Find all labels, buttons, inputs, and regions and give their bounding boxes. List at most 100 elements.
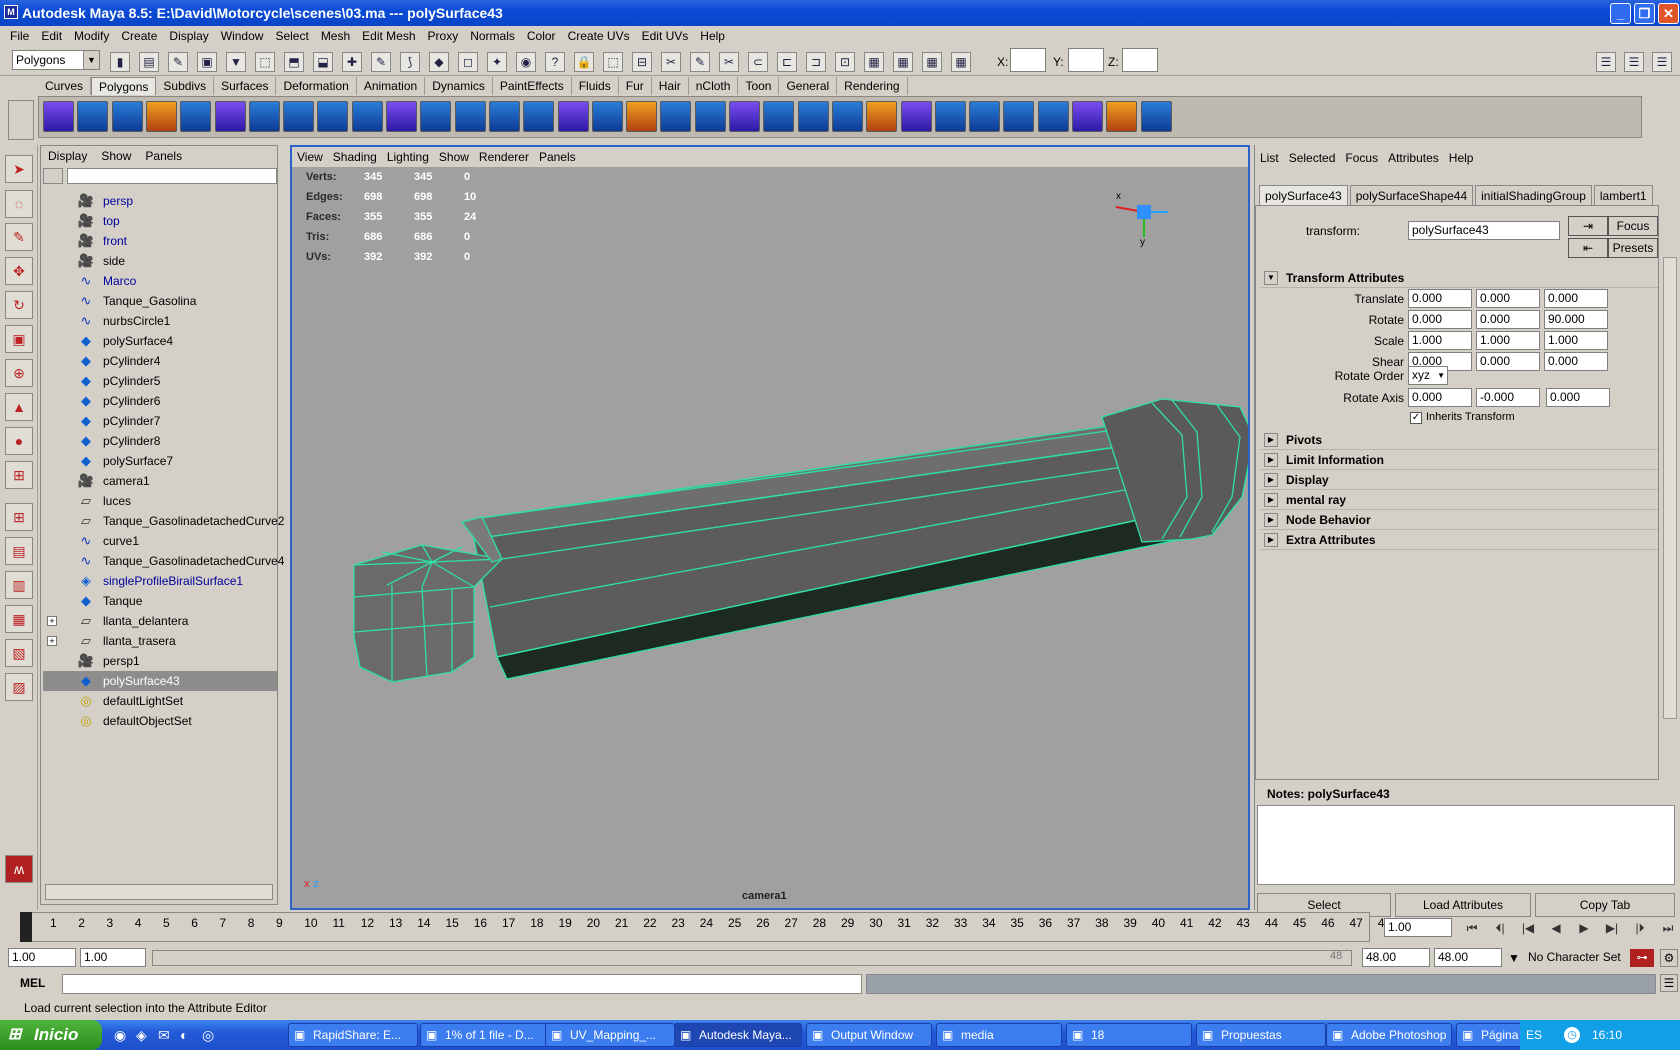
viewport-menu-panels[interactable]: Panels — [534, 147, 581, 167]
viewport-menu-view[interactable]: View — [292, 147, 328, 167]
playback-6-icon[interactable]: |⏵ — [1628, 918, 1652, 938]
x-field[interactable] — [1010, 48, 1046, 72]
attr-tab-lambert1[interactable]: lambert1 — [1593, 185, 1653, 205]
viewport-panel[interactable]: View Shading Lighting Show Renderer Panels Ve… — [290, 145, 1250, 910]
outliner-menu-display[interactable]: Display — [41, 146, 94, 166]
status-tool-icon[interactable]: ✂ — [661, 52, 681, 72]
transform-attributes-section[interactable]: ▼ Transform Attributes — [1260, 268, 1658, 288]
layout-outliner-icon[interactable]: ▤ — [5, 537, 33, 565]
shear-z-field[interactable]: 0.000 — [1544, 352, 1608, 371]
range-slider-bar[interactable] — [152, 950, 1352, 966]
translate-x-field[interactable]: 0.000 — [1408, 289, 1472, 308]
outliner-item[interactable]: ▱ luces — [43, 491, 277, 511]
outliner-item[interactable]: ◆ polySurface4 — [43, 331, 277, 351]
status-tool-icon[interactable]: ▣ — [197, 52, 217, 72]
playback-2-icon[interactable]: |◀ — [1516, 918, 1540, 938]
current-frame-field[interactable]: 1.00 — [1384, 918, 1452, 937]
rotate-axis-y[interactable]: -0.000 — [1476, 388, 1540, 407]
shelf-tab-painteffects[interactable]: PaintEffects — [493, 77, 572, 95]
taskbar-task-1-of-1-file-d[interactable]: ▣ 1% of 1 file - D... — [420, 1023, 550, 1047]
attr-menu-list[interactable]: List — [1255, 149, 1284, 167]
shelf-tool-icon[interactable] — [523, 101, 555, 132]
shelf-tool-icon[interactable] — [797, 101, 829, 132]
rotate-order-select[interactable]: xyz ▼ — [1408, 366, 1448, 385]
section-display[interactable]: ▶ Display — [1260, 470, 1658, 490]
shelf-tab-subdivs[interactable]: Subdivs — [156, 77, 215, 95]
panel-toggle-icon[interactable]: ☰ — [1596, 52, 1616, 72]
shelf-tool-icon[interactable] — [694, 101, 726, 132]
menu-window[interactable]: Window — [215, 26, 270, 46]
outliner-item[interactable]: ◎ defaultObjectSet — [43, 711, 277, 731]
panel-toggle-icon[interactable]: ☰ — [1652, 52, 1672, 72]
viewport-canvas[interactable] — [292, 167, 1248, 887]
shelf-tab-deformation[interactable]: Deformation — [276, 77, 357, 95]
anim-prefs-icon[interactable]: ⚙ — [1660, 949, 1678, 967]
menu-set-select[interactable]: Polygons ▼ — [12, 50, 100, 70]
layout-persp-icon[interactable]: ▥ — [5, 571, 33, 599]
shelf-tool-icon[interactable] — [77, 101, 109, 132]
anim-end-field[interactable]: 48.00 — [1434, 948, 1502, 967]
shelf-tool-icon[interactable] — [934, 101, 966, 132]
shelf-tab-toon[interactable]: Toon — [738, 77, 780, 95]
outliner-item[interactable]: ∿ nurbsCircle1 — [43, 311, 277, 331]
status-tool-icon[interactable]: ⟆ — [400, 52, 420, 72]
menu-select[interactable]: Select — [269, 26, 314, 46]
menu-create[interactable]: Create — [115, 26, 163, 46]
status-tool-icon[interactable]: ⊐ — [806, 52, 826, 72]
language-indicator[interactable]: ES — [1526, 1020, 1542, 1050]
viewport-menu-lighting[interactable]: Lighting — [382, 147, 434, 167]
outliner-item[interactable]: 🎥 persp1 — [43, 651, 277, 671]
attr-tab-polysurface43[interactable]: polySurface43 — [1259, 185, 1348, 205]
attr-menu-attributes[interactable]: Attributes — [1383, 149, 1444, 167]
menu-proxy[interactable]: Proxy — [422, 26, 465, 46]
shelf-tab-rendering[interactable]: Rendering — [837, 77, 908, 95]
translate-y-field[interactable]: 0.000 — [1476, 289, 1540, 308]
outliner-item[interactable]: + ▱ llanta_trasera — [43, 631, 277, 651]
filter-icon[interactable] — [43, 168, 63, 184]
attr-tab-polysurfaceshape44[interactable]: polySurfaceShape44 — [1349, 185, 1474, 205]
status-tool-icon[interactable]: ◻ — [458, 52, 478, 72]
outliner-item[interactable]: ◆ pCylinder8 — [43, 431, 277, 451]
status-tool-icon[interactable]: ⊏ — [777, 52, 797, 72]
shelf-tool-icon[interactable] — [214, 101, 246, 132]
status-tool-icon[interactable]: 🔒 — [574, 52, 594, 72]
focus-input-icon[interactable]: ⇥ — [1568, 216, 1608, 236]
shelf-tool-icon[interactable] — [660, 101, 692, 132]
scale-tool-icon[interactable]: ▣ — [5, 325, 33, 353]
quicklaunch-icon[interactable]: ◈ — [136, 1026, 154, 1044]
menu-modify[interactable]: Modify — [68, 26, 115, 46]
window-title-bar[interactable]: M Autodesk Maya 8.5: E:\David\Motorcycle… — [0, 0, 1680, 26]
menu-edit[interactable]: Edit — [35, 26, 68, 46]
status-tool-icon[interactable]: ✚ — [342, 52, 362, 72]
shelf-tool-icon[interactable] — [729, 101, 760, 132]
quicklaunch-icon[interactable]: ◎ — [202, 1026, 220, 1044]
outliner-item[interactable]: 🎥 side — [43, 251, 277, 271]
outliner-item[interactable]: ◆ pCylinder7 — [43, 411, 277, 431]
playback-7-icon[interactable]: ⏭ — [1656, 918, 1680, 938]
soft-mod-icon[interactable]: ▲ — [5, 393, 33, 421]
playback-1-icon[interactable]: ⏴| — [1488, 918, 1512, 938]
outliner-item[interactable]: ◆ polySurface43 — [43, 671, 277, 691]
rotate-axis-x[interactable]: 0.000 — [1408, 388, 1472, 407]
shelf-tool-icon[interactable] — [626, 101, 658, 132]
viewport-menu-shading[interactable]: Shading — [328, 147, 382, 167]
presets-button[interactable]: Presets — [1608, 238, 1658, 258]
outliner-item[interactable]: ◆ Tanque — [43, 591, 277, 611]
rotate-x-field[interactable]: 0.000 — [1408, 310, 1472, 329]
shelf-tab-curves[interactable]: Curves — [38, 77, 92, 95]
status-tool-icon[interactable]: ◆ — [429, 52, 449, 72]
shelf-tool-icon[interactable] — [1037, 101, 1069, 132]
taskbar-task-autodesk-maya[interactable]: ▣ Autodesk Maya... — [674, 1023, 802, 1047]
outliner-item[interactable]: ◆ pCylinder6 — [43, 391, 277, 411]
scale-x-field[interactable]: 1.000 — [1408, 331, 1472, 350]
shelf-tool-icon[interactable] — [351, 101, 383, 132]
status-tool-icon[interactable]: ✎ — [371, 52, 391, 72]
outliner-item[interactable]: ▱ Tanque_GasolinadetachedCurve2 — [43, 511, 284, 531]
outliner-menu-show[interactable]: Show — [94, 146, 138, 166]
section-node-behavior[interactable]: ▶ Node Behavior — [1260, 510, 1658, 530]
outliner-item[interactable]: + ▱ llanta_delantera — [43, 611, 277, 631]
expand-plus-icon[interactable]: + — [47, 636, 57, 646]
shelf-tool-icon[interactable] — [1106, 101, 1138, 132]
minimize-button[interactable]: _ — [1610, 3, 1631, 24]
status-tool-icon[interactable]: ⬒ — [284, 52, 304, 72]
